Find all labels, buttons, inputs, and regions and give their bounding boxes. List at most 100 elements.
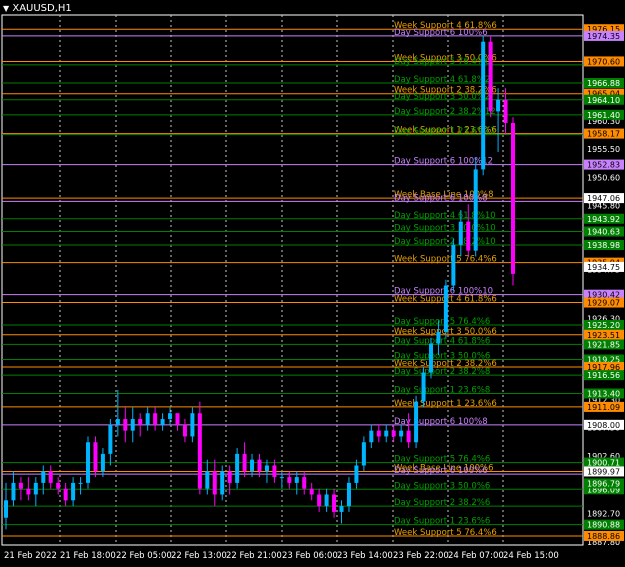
level-label: Day Support 3 50.0%6	[394, 481, 490, 491]
symbol-label: XAUUSD,H1	[12, 3, 72, 14]
price-badge-label: 1888.86	[587, 532, 620, 541]
price-badge-label: 1961.40	[587, 111, 620, 120]
candle-body	[123, 419, 128, 431]
level-label: Day Support 4 61.8%2	[394, 75, 490, 85]
candle-body	[488, 41, 493, 112]
candle-body	[115, 419, 120, 425]
candle-body	[63, 488, 68, 501]
candle-body	[227, 471, 232, 483]
candle-body	[428, 343, 433, 373]
candle-body	[309, 488, 314, 495]
candle-body	[130, 419, 135, 431]
level-label: Day Support 2 38.2%8	[394, 367, 490, 377]
candle-body	[376, 430, 381, 437]
candle-body	[272, 465, 277, 478]
candle-body	[138, 419, 143, 425]
level-label: Day Support 6 100%12	[394, 157, 493, 167]
level-label: Day Support 2 38.2%10	[394, 237, 496, 247]
price-badge-label: 1900.71	[587, 459, 620, 468]
candle-body	[414, 401, 419, 443]
price-chart: 21 Feb 2022 21 Feb 18:00 22 Feb 05:00 22 Fe…	[1, 14, 624, 561]
level-label: Day Support 5 76.4%6	[394, 317, 490, 327]
level-label: Day Support 6 100%6	[394, 466, 488, 476]
candle-body	[212, 471, 217, 495]
candle-body	[346, 482, 351, 507]
candle-body	[197, 413, 202, 489]
price-badge-label: 1911.09	[587, 403, 620, 412]
price-badge-label: 1947.06	[587, 194, 620, 203]
level-label: Day Support 2 38.2%12	[394, 107, 496, 117]
price-badge-label: 1929.07	[587, 299, 620, 308]
candle-body	[257, 459, 262, 472]
candle-body	[406, 430, 411, 443]
price-badge-label: 1921.85	[587, 340, 620, 349]
candle-body	[473, 169, 478, 251]
x-tick-label: 23 Feb 06:00	[282, 551, 338, 561]
candle-body	[339, 506, 344, 512]
candle-body	[11, 482, 16, 501]
price-badge-label: 1970.60	[587, 57, 620, 66]
candle-body	[220, 471, 225, 495]
level-label: Week Support 1 23.6%6	[394, 399, 497, 409]
level-label: Day Support 6 100%8	[394, 417, 488, 427]
level-label: Day Support 3 50.0%2	[394, 92, 490, 102]
level-label: Day Support 2 38.2%6	[394, 498, 490, 508]
price-badge-label: 1913.40	[587, 389, 620, 398]
x-tick-label: 22 Feb 21:00	[226, 551, 282, 561]
candle-body	[511, 122, 515, 274]
x-tick-label: 24 Feb 15:00	[503, 551, 559, 561]
candle-body	[421, 372, 426, 402]
level-label: Week Support 5 76.4%6	[394, 528, 497, 538]
triangle-down-icon[interactable]: ▼	[3, 4, 9, 13]
price-badge-label: 1940.63	[587, 228, 620, 237]
candle-body	[205, 471, 210, 489]
candle-body	[503, 99, 508, 123]
x-tick-label: 24 Feb 07:00	[448, 551, 504, 561]
price-badge-label: 1896.79	[587, 479, 620, 488]
candle-body	[48, 471, 53, 483]
candle-body	[399, 430, 404, 437]
y-tick-label: 1892.70	[587, 510, 620, 519]
candle-body	[354, 465, 359, 483]
chart-title: ▼ XAUUSD,H1	[3, 3, 72, 14]
candle-body	[100, 453, 105, 472]
candle-body	[436, 331, 441, 344]
candle-body	[26, 488, 31, 495]
price-badge-label: 1916.56	[587, 371, 620, 380]
level-label: Day Support 4 61.8%6	[394, 336, 490, 346]
y-tick-label: 1955.50	[587, 145, 620, 154]
x-tick-label: 22 Feb 13:00	[171, 551, 227, 561]
candle-body	[41, 471, 46, 483]
candle-body	[294, 477, 299, 483]
price-badge-label: 1934.75	[587, 263, 620, 272]
candle-body	[86, 442, 91, 483]
candle-body	[153, 413, 158, 425]
candle-body	[182, 424, 187, 437]
candle-body	[71, 482, 76, 501]
candle-body	[4, 500, 8, 518]
level-label: Day Support 1 23.6%8	[394, 385, 490, 395]
price-badge-label: 1966.88	[587, 79, 620, 88]
candle-body	[108, 424, 113, 454]
y-tick-label: 1950.60	[587, 174, 620, 183]
level-label: Day Support 3 50.0%10	[394, 224, 496, 234]
candle-body	[168, 413, 173, 420]
price-badge-label: 1974.35	[587, 32, 620, 41]
candle-body	[93, 442, 98, 472]
candle-body	[324, 494, 329, 507]
candle-body	[302, 477, 307, 489]
price-badge-label: 1923.51	[587, 331, 620, 340]
candle-body	[332, 494, 337, 512]
candle-body	[33, 482, 38, 495]
candle-body	[242, 453, 247, 472]
level-label: Day Support 4 61.8%10	[394, 211, 496, 221]
level-label: Week Support 5 76.4%6	[394, 255, 497, 265]
level-label: Day Support 6 100%6	[394, 28, 488, 38]
x-tick-label: 23 Feb 22:00	[393, 551, 449, 561]
candle-body	[466, 221, 471, 251]
x-tick-label: 23 Feb 14:00	[337, 551, 393, 561]
price-badge-label: 1890.88	[587, 521, 620, 530]
candle-body	[175, 413, 180, 425]
candle-body	[317, 494, 322, 507]
candle-body	[481, 41, 486, 170]
